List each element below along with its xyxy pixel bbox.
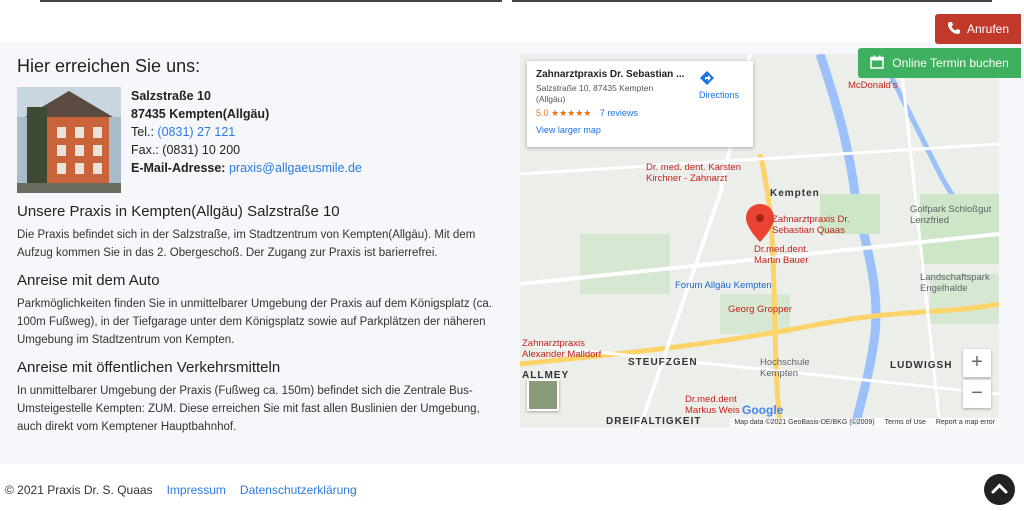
map-data-text: Map data ©2021 GeoBasis-DE/BKG (©2009) <box>734 419 875 426</box>
map-label-hochschule: Hochschule Kempten <box>760 357 810 379</box>
address-lines: Salzstraße 10 87435 Kempten(Allgäu) Tel.… <box>131 87 362 193</box>
chevron-up-icon <box>991 483 1008 494</box>
phone-icon <box>947 21 961 38</box>
email-link[interactable]: praxis@allgaeusmile.de <box>229 161 362 175</box>
practice-heading: Unsere Praxis in Kempten(Allgäu) Salzstr… <box>17 203 340 220</box>
rating-value: 5.0 ★★★★★ <box>536 108 592 118</box>
report-error-link[interactable]: Report a map error <box>936 419 995 426</box>
map-label-malldorf: Zahnarztpraxis Alexander Malldorf <box>522 338 602 360</box>
map-label-kirchner: Dr. med. dent. Karsten Kirchner - Zahnar… <box>646 162 742 184</box>
zoom-in-button[interactable]: + <box>963 349 991 377</box>
city-address: 87435 Kempten(Allgäu) <box>131 107 270 121</box>
map-card-rating: 5.0 ★★★★★ 7 reviews <box>536 108 744 119</box>
phone-label: Tel.: <box>131 125 154 139</box>
map-label-gropper: Georg Gropper <box>728 304 792 315</box>
top-divider <box>0 0 1024 2</box>
call-button-label: Anrufen <box>966 22 1010 36</box>
map-label-landschaftspark: Landschaftspark Engelhalde <box>920 272 990 294</box>
book-button-label: Online Termin buchen <box>892 56 1009 70</box>
phone-link[interactable]: (0831) 27 121 <box>157 125 235 139</box>
email-label: E-Mail-Adresse: <box>131 161 226 175</box>
fax-label: Fax.: <box>131 143 159 157</box>
practice-building-photo <box>17 87 121 193</box>
map-label-steufzgen: STEUFZGEN <box>628 357 698 368</box>
car-text: Parkmöglichkeiten finden Sie in unmittel… <box>17 298 492 346</box>
footer: © 2021 Praxis Dr. S. Quaas Impressum Dat… <box>5 483 357 497</box>
phone-line: Tel.: (0831) 27 121 <box>131 123 362 141</box>
map-attribution: Map data ©2021 GeoBasis-DE/BKG (©2009) T… <box>730 418 999 427</box>
map-card-address: Salzstraße 10, 87435 Kempten (Allgäu) <box>536 83 654 104</box>
impressum-link[interactable]: Impressum <box>167 483 226 497</box>
map-label-golfpark: Golfpark Schloßgut Lenzfried <box>910 204 992 226</box>
email-line: E-Mail-Adresse: praxis@allgaeusmile.de <box>131 159 362 177</box>
calendar-icon <box>870 55 884 72</box>
directions-icon <box>699 70 727 86</box>
contact-title: Hier erreichen Sie uns: <box>17 56 201 76</box>
google-logo: Google <box>742 403 784 417</box>
privacy-link[interactable]: Datenschutzerklärung <box>240 483 357 497</box>
map-label-quaas: Zahnarztpraxis Dr. Sebastian Quaas <box>772 214 850 236</box>
terms-link[interactable]: Terms of Use <box>885 419 926 426</box>
fax-value: (0831) 10 200 <box>162 143 241 157</box>
practice-text: Die Praxis befindet sich in der Salzstra… <box>17 229 476 259</box>
call-button[interactable]: Anrufen <box>935 14 1021 44</box>
scroll-to-top-button[interactable] <box>984 474 1015 505</box>
map-label-dreifaltigkeit: DREIFALTIGKEIT <box>606 416 702 427</box>
map-label-bauer: Dr.med.dent. Martin Bauer <box>754 244 809 266</box>
transit-text: In unmittelbarer Umgebung der Praxis (Fu… <box>17 385 480 433</box>
view-larger-map-link[interactable]: View larger map <box>536 125 744 135</box>
google-map[interactable]: Zahnarztpraxis Dr. Sebastian ... Salzstr… <box>520 54 999 427</box>
copyright: © 2021 Praxis Dr. S. Quaas <box>5 483 153 497</box>
car-heading: Anreise mit dem Auto <box>17 272 160 289</box>
map-label-forum: Forum Allgäu Kempten <box>675 280 772 291</box>
transit-heading: Anreise mit öffentlichen Verkehrsmitteln <box>17 359 281 376</box>
book-appointment-button[interactable]: Online Termin buchen <box>858 48 1021 78</box>
street-address: Salzstraße 10 <box>131 89 211 103</box>
fax-line: Fax.: (0831) 10 200 <box>131 141 362 159</box>
address-block: Salzstraße 10 87435 Kempten(Allgäu) Tel.… <box>17 87 502 193</box>
contact-column: Hier erreichen Sie uns: Salzstraße 10 87… <box>17 56 502 436</box>
map-label-kempten: Kempten <box>770 188 820 199</box>
map-label-ludwigsh: LUDWIGSH <box>890 360 953 371</box>
map-label-mcdonalds: McDonald's <box>848 80 898 91</box>
reviews-link[interactable]: 7 reviews <box>600 108 638 118</box>
zoom-out-button[interactable]: − <box>963 380 991 408</box>
map-info-card: Zahnarztpraxis Dr. Sebastian ... Salzstr… <box>527 61 753 147</box>
directions-button[interactable]: Directions <box>699 70 739 100</box>
directions-label: Directions <box>698 90 739 100</box>
satellite-toggle[interactable] <box>527 379 559 411</box>
